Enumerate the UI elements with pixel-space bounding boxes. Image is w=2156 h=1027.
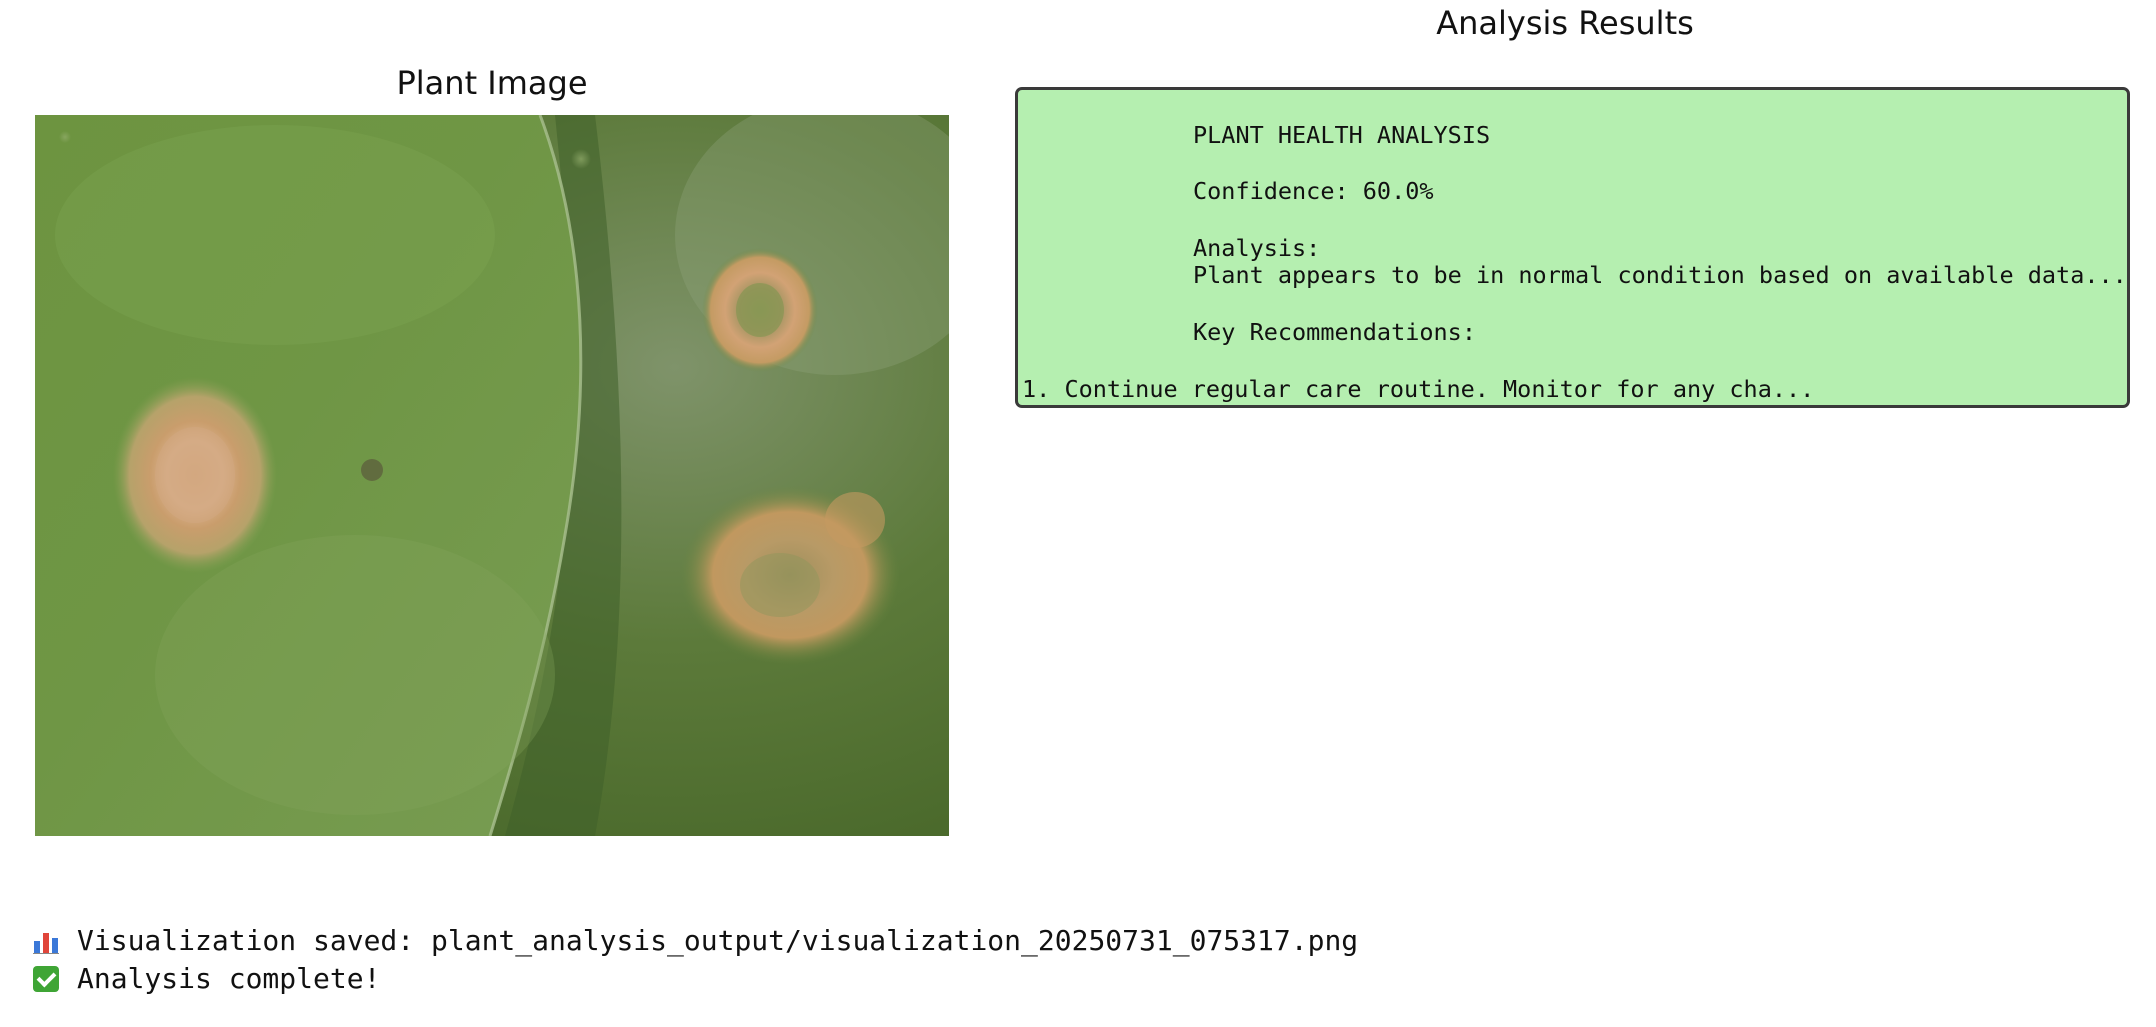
- analysis-text: Plant appears to be in normal condition …: [1193, 261, 2127, 289]
- check-mark-icon: [33, 965, 59, 992]
- analysis-results-title: Analysis Results: [1436, 4, 1694, 42]
- console-text: Analysis complete!: [77, 962, 381, 995]
- bar-chart-icon: [33, 928, 59, 954]
- recommendations-label: Key Recommendations:: [1193, 318, 1476, 346]
- analysis-heading: PLANT HEALTH ANALYSIS: [1193, 121, 1491, 149]
- recommendation-item: 1. Continue regular care routine. Monito…: [1022, 375, 1815, 403]
- console-text: Visualization saved: plant_analysis_outp…: [77, 924, 1359, 957]
- confidence-text: Confidence: 60.0%: [1193, 177, 1434, 205]
- console-line-visualization-saved: Visualization saved: plant_analysis_outp…: [33, 924, 1358, 957]
- analysis-results-box: PLANT HEALTH ANALYSIS Confidence: 60.0% …: [1015, 87, 2130, 408]
- analysis-label: Analysis:: [1193, 234, 1321, 262]
- plant-leaf-image: [35, 115, 949, 836]
- console-line-analysis-complete: Analysis complete!: [33, 962, 380, 995]
- plant-image-title: Plant Image: [396, 64, 588, 102]
